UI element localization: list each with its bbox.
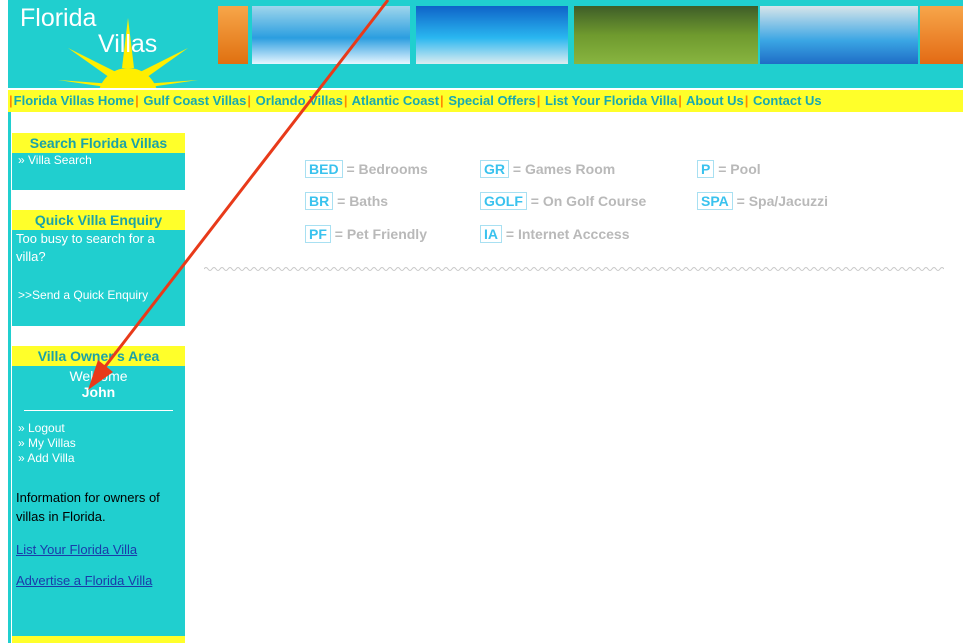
legend-internet: IA = Internet Acccess — [480, 225, 630, 243]
add-villa-link[interactable]: » Add Villa — [12, 451, 185, 466]
logo-text-line2: Villas — [98, 30, 158, 58]
owners-box-title: Villa Owner's Area — [12, 346, 185, 366]
nav-contact-us[interactable]: Contact Us — [753, 93, 822, 108]
my-villas-link[interactable]: » My Villas — [12, 436, 185, 451]
nav-home[interactable]: Florida Villas Home — [14, 93, 134, 108]
legend-label: = Spa/Jacuzzi — [736, 193, 829, 209]
legend-code: PF — [305, 225, 331, 243]
legend-pet-friendly: PF = Pet Friendly — [305, 225, 427, 243]
enquiry-text: Too busy to search for a villa? — [16, 231, 155, 264]
legend-label: = Baths — [337, 193, 389, 209]
legend-code: GR — [480, 160, 509, 178]
photo-orange-2 — [920, 6, 963, 64]
nav-atlantic-coast[interactable]: Atlantic Coast — [352, 93, 439, 108]
user-name: John — [81, 384, 116, 400]
legend-spa: SPA = Spa/Jacuzzi — [697, 192, 828, 210]
photo-pool-1 — [252, 6, 410, 64]
legend-label: = Pet Friendly — [334, 226, 427, 242]
legend-games-room: GR = Games Room — [480, 160, 615, 178]
list-villa-link[interactable]: List Your Florida Villa — [16, 542, 137, 557]
legend-bedrooms: BED = Bedrooms — [305, 160, 428, 178]
nav-list-villa[interactable]: List Your Florida Villa — [545, 93, 677, 108]
photo-garden — [574, 6, 758, 64]
photo-beach — [416, 6, 568, 64]
legend-label: = On Golf Course — [530, 193, 647, 209]
legend-label: = Games Room — [512, 161, 616, 177]
owners-box: Villa Owner's Area Welcome John » Logout… — [12, 346, 185, 643]
legend-code: P — [697, 160, 715, 178]
header-banner: Florida Villas — [8, 0, 963, 88]
legend-golf: GOLF = On Golf Course — [480, 192, 646, 210]
photo-orange — [218, 6, 248, 64]
villa-search-link[interactable]: » Villa Search — [12, 153, 185, 168]
nav-gulf-coast[interactable]: Gulf Coast Villas — [143, 93, 246, 108]
nav-orlando[interactable]: Orlando Villas — [256, 93, 343, 108]
legend-label: = Bedrooms — [346, 161, 428, 177]
advertise-villa-link[interactable]: Advertise a Florida Villa — [16, 573, 152, 588]
photo-pool-2 — [760, 6, 918, 64]
search-box: Search Florida Villas » Villa Search — [12, 133, 185, 190]
legend-label: = Internet Acccess — [505, 226, 630, 242]
legend-pool: P = Pool — [697, 160, 761, 178]
legend-code: SPA — [697, 192, 733, 210]
legend-label: = Pool — [718, 161, 761, 177]
legend-code: BED — [305, 160, 343, 178]
divider — [24, 410, 173, 411]
logo-text-line1: Florida — [20, 4, 97, 32]
logout-link[interactable]: » Logout — [12, 421, 185, 436]
welcome-text: Welcome — [69, 368, 128, 384]
send-enquiry-link[interactable]: >>Send a Quick Enquiry — [12, 288, 185, 303]
enquiry-box-title: Quick Villa Enquiry — [12, 210, 185, 230]
main-nav: |Florida Villas Home| Gulf Coast Villas|… — [8, 90, 963, 112]
nav-special-offers[interactable]: Special Offers — [448, 93, 535, 108]
legend-code: BR — [305, 192, 334, 210]
wavy-divider — [204, 267, 944, 271]
left-border — [8, 112, 11, 643]
owners-info-text: Information for owners of villas in Flor… — [16, 490, 160, 524]
enquiry-box: Quick Villa Enquiry Too busy to search f… — [12, 210, 185, 326]
search-box-title: Search Florida Villas — [12, 133, 185, 153]
legend-code: IA — [480, 225, 502, 243]
site-logo[interactable]: Florida Villas — [20, 4, 198, 88]
nav-about-us[interactable]: About Us — [686, 93, 744, 108]
legend-baths: BR = Baths — [305, 192, 388, 210]
next-box-title-partial — [12, 636, 185, 643]
legend-code: GOLF — [480, 192, 527, 210]
